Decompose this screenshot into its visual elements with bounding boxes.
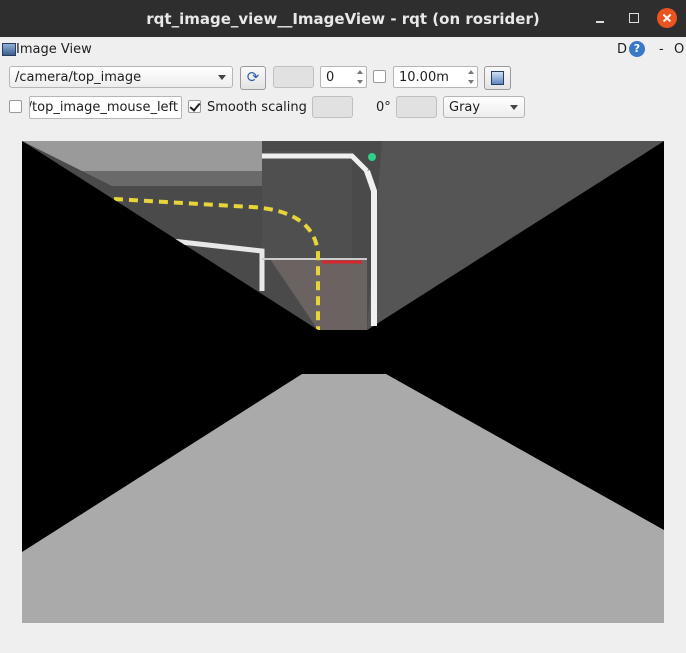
window-titlebar: rqt_image_view__ImageView - rqt (on rosr… [0,0,686,37]
refresh-icon: ⟳ [246,68,260,86]
smooth-scaling-checkbox[interactable] [188,100,201,113]
rotate-left-button[interactable] [312,96,353,118]
maximize-button[interactable] [624,8,644,28]
minimize-button[interactable] [590,8,610,28]
spin-down-icon[interactable] [468,80,474,84]
colormap-select[interactable]: Gray [443,96,525,118]
window-title: rqt_image_view__ImageView - rqt (on rosr… [146,10,540,28]
topic-select-value: /camera/top_image [15,70,142,85]
publish-mouse-checkbox[interactable] [9,100,22,113]
image-display[interactable] [22,141,664,623]
mouse-topic-value: /camera/top_image_mouse_left [29,100,178,115]
dock-titlebar: Image View D ? - O [0,40,686,60]
save-icon [491,71,504,85]
dock-minimize-button[interactable]: - [659,42,664,57]
chevron-down-icon [218,75,226,80]
max-range-spinbox[interactable]: 10.00m [393,66,478,88]
spin-down-icon[interactable] [357,80,363,84]
dock-d-button[interactable]: D [617,42,627,57]
rotate-right-button[interactable] [396,96,437,118]
dock-options-button[interactable]: O [674,42,684,57]
help-icon[interactable]: ? [629,41,645,57]
topic-select[interactable]: /camera/top_image [9,66,233,88]
colormap-value: Gray [449,100,481,115]
save-image-button[interactable] [484,66,511,90]
zoom-spinbox-value: 0 [326,70,335,85]
color-swatch-field[interactable] [273,66,314,88]
checkmark-icon [189,100,201,112]
image-view-icon [2,43,16,56]
spin-up-icon[interactable] [357,70,363,74]
zoom-spinbox[interactable]: 0 [320,66,367,88]
spin-up-icon[interactable] [468,70,474,74]
camera-image [22,141,664,623]
dock-title: Image View [16,42,92,57]
close-button[interactable] [657,8,677,28]
chevron-down-icon [510,105,518,110]
mouse-topic-input[interactable]: /camera/top_image_mouse_left [29,96,182,119]
refresh-button[interactable]: ⟳ [240,66,266,90]
smooth-scaling-label: Smooth scaling [207,100,307,115]
dynamic-range-checkbox[interactable] [373,70,386,83]
max-range-value: 10.00m [399,70,449,85]
rotation-label: 0° [376,100,391,115]
